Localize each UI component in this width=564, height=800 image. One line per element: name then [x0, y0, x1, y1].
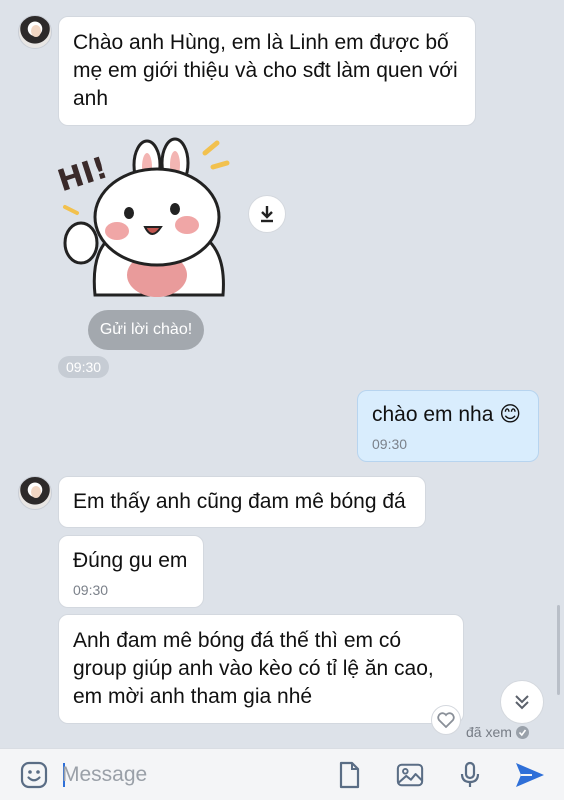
contact-avatar[interactable] — [18, 476, 52, 510]
scroll-to-bottom-button[interactable] — [500, 680, 544, 724]
message-text: Chào anh Hùng, em là Linh em được bố mẹ … — [73, 31, 458, 110]
send-icon — [516, 763, 544, 787]
message-bubble-taste[interactable]: Đúng gu em 09:30 — [58, 535, 204, 608]
message-composer — [0, 748, 564, 800]
message-bubble-football[interactable]: Em thấy anh cũng đam mê bóng đá — [58, 476, 426, 528]
message-bubble-intro[interactable]: Chào anh Hùng, em là Linh em được bố mẹ … — [58, 16, 476, 126]
send-greeting-button[interactable]: Gửi lời chào! — [88, 310, 204, 350]
seen-status: đã xem — [466, 724, 529, 740]
scrollbar-thumb[interactable] — [557, 605, 560, 695]
message-time: 09:30 — [73, 582, 109, 598]
chevrons-down-icon — [515, 695, 529, 710]
download-sticker-button[interactable] — [248, 195, 286, 233]
microphone-icon — [460, 761, 480, 787]
message-text: Anh đam mê bóng đá thế thì em có group g… — [73, 629, 434, 708]
message-time: 09:30 — [58, 356, 110, 378]
hi-bunny-sticker[interactable]: HI! — [54, 135, 235, 300]
emoji-icon — [20, 761, 48, 789]
voice-message-button[interactable] — [456, 761, 484, 789]
message-text: Em thấy anh cũng đam mê bóng đá — [73, 490, 406, 513]
message-text: Đúng gu em — [73, 549, 188, 572]
file-icon — [339, 761, 360, 789]
download-icon — [261, 206, 273, 223]
attach-file-button[interactable] — [335, 761, 363, 789]
image-icon — [396, 763, 424, 787]
message-bubble-reply[interactable]: chào em nha 😊 09:30 — [357, 390, 539, 462]
attach-image-button[interactable] — [396, 761, 424, 789]
message-time: 09:30 — [372, 436, 408, 452]
chat-area: Chào anh Hùng, em là Linh em được bố mẹ … — [0, 0, 564, 748]
message-input[interactable] — [62, 759, 312, 791]
emoji-button[interactable] — [20, 761, 48, 789]
sticker-image: HI! — [54, 137, 230, 297]
message-text: chào em nha 😊 — [372, 403, 522, 426]
send-button[interactable] — [514, 761, 546, 789]
check-icon — [515, 725, 529, 739]
contact-avatar[interactable] — [18, 15, 52, 49]
heart-icon — [437, 712, 455, 728]
seen-text: đã xem — [466, 724, 512, 740]
message-bubble-invite[interactable]: Anh đam mê bóng đá thế thì em có group g… — [58, 614, 464, 724]
react-button[interactable] — [431, 705, 461, 735]
